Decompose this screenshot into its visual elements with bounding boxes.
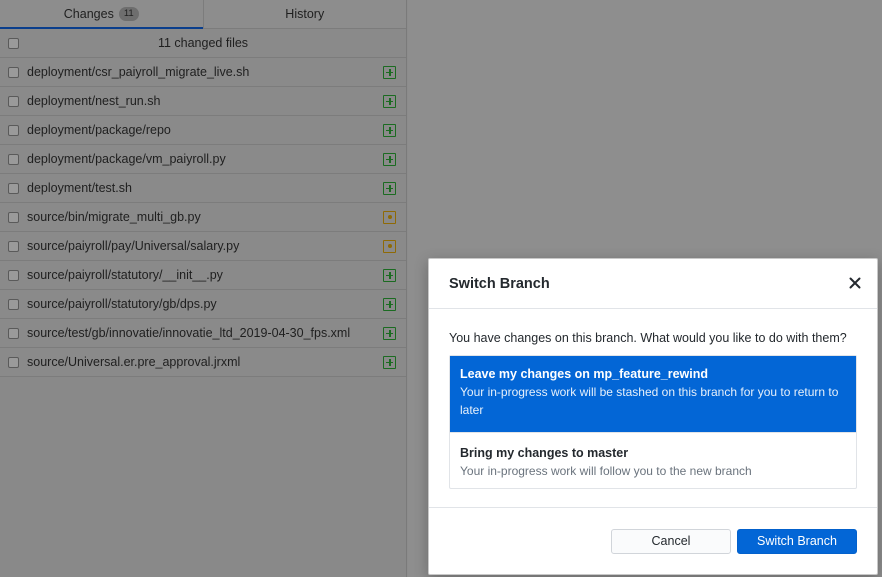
file-row[interactable]: deployment/nest_run.sh [0, 87, 406, 116]
plus-square-icon [383, 181, 396, 195]
dialog-footer: Cancel Switch Branch [429, 507, 877, 574]
cancel-button[interactable]: Cancel [611, 528, 731, 554]
file-checkbox[interactable] [8, 66, 19, 78]
file-row[interactable]: source/Universal.er.pre_approval.jrxml [0, 348, 406, 377]
file-row[interactable]: deployment/package/vm_paiyroll.py [0, 145, 406, 174]
plus-square-icon [383, 355, 396, 369]
file-checkbox[interactable] [8, 240, 19, 252]
branch-options: Leave my changes on mp_feature_rewind Yo… [449, 355, 857, 489]
plus-square-icon [383, 94, 396, 108]
dialog-prompt: You have changes on this branch. What wo… [449, 331, 847, 345]
file-path: deployment/package/repo [27, 123, 171, 137]
plus-square-icon [383, 152, 396, 166]
file-path: source/test/gb/innovatie/innovatie_ltd_2… [27, 326, 351, 340]
select-all-checkbox[interactable] [8, 37, 19, 49]
file-path: source/paiyroll/statutory/gb/dps.py [27, 297, 217, 311]
changes-panel: Changes 11 History 11 changed files depl… [0, 0, 407, 577]
file-checkbox[interactable] [8, 269, 19, 281]
file-row[interactable]: source/test/gb/innovatie/innovatie_ltd_2… [0, 319, 406, 348]
plus-square-icon [383, 123, 396, 137]
option-leave-changes-description: Your in-progress work will be stashed on… [460, 385, 839, 417]
option-leave-changes-title: Leave my changes on mp_feature_rewind [460, 367, 709, 381]
file-checkbox[interactable] [8, 211, 19, 223]
file-path: deployment/package/vm_paiyroll.py [27, 152, 226, 166]
changed-files-header: 11 changed files [0, 29, 406, 58]
dialog-title: Switch Branch [449, 275, 550, 292]
tab-history[interactable]: History [202, 0, 407, 28]
tab-changes-label: Changes [63, 7, 114, 21]
file-row[interactable]: source/paiyroll/pay/Universal/salary.py [0, 232, 406, 261]
option-leave-changes[interactable]: Leave my changes on mp_feature_rewind Yo… [450, 356, 856, 432]
plus-square-icon [383, 297, 396, 311]
file-checkbox[interactable] [8, 327, 19, 339]
switch-branch-button[interactable]: Switch Branch [737, 528, 857, 554]
switch-branch-dialog: Switch Branch You have changes on this b… [428, 258, 878, 575]
tab-history-label: History [285, 7, 325, 21]
file-checkbox[interactable] [8, 298, 19, 310]
file-path: source/paiyroll/statutory/__init__.py [27, 268, 223, 282]
file-path: deployment/nest_run.sh [27, 94, 161, 108]
file-row[interactable]: deployment/csr_paiyroll_migrate_live.sh [0, 58, 406, 87]
file-row[interactable]: source/paiyroll/statutory/__init__.py [0, 261, 406, 290]
file-row[interactable]: source/paiyroll/statutory/gb/dps.py [0, 290, 406, 319]
file-checkbox[interactable] [8, 356, 19, 368]
file-row[interactable]: deployment/test.sh [0, 174, 406, 203]
file-row[interactable]: source/bin/migrate_multi_gb.py [0, 203, 406, 232]
file-path: source/paiyroll/pay/Universal/salary.py [27, 239, 240, 253]
plus-square-icon [383, 326, 396, 340]
dialog-body: You have changes on this branch. What wo… [429, 309, 877, 489]
file-list: deployment/csr_paiyroll_migrate_live.shd… [0, 58, 406, 377]
file-checkbox[interactable] [8, 153, 19, 165]
option-bring-changes-title: Bring my changes to master [460, 446, 629, 460]
file-checkbox[interactable] [8, 182, 19, 194]
file-path: source/Universal.er.pre_approval.jrxml [27, 355, 241, 369]
file-path: source/bin/migrate_multi_gb.py [27, 210, 201, 224]
dialog-header: Switch Branch [429, 259, 877, 309]
changed-files-summary: 11 changed files [157, 36, 249, 50]
option-bring-changes[interactable]: Bring my changes to master Your in-progr… [450, 432, 856, 488]
dot-square-icon [383, 239, 396, 253]
tab-changes[interactable]: Changes 11 [0, 0, 203, 29]
file-path: deployment/test.sh [27, 181, 132, 195]
plus-square-icon [383, 65, 396, 79]
option-bring-changes-description: Your in-progress work will follow you to… [460, 464, 752, 478]
plus-square-icon [383, 268, 396, 282]
close-icon[interactable] [847, 275, 863, 291]
tab-bar: Changes 11 History [0, 0, 406, 29]
file-row[interactable]: deployment/package/repo [0, 116, 406, 145]
file-checkbox[interactable] [8, 124, 19, 136]
changes-count-badge: 11 [118, 7, 139, 21]
dot-square-icon [383, 210, 396, 224]
file-checkbox[interactable] [8, 95, 19, 107]
file-path: deployment/csr_paiyroll_migrate_live.sh [27, 65, 250, 79]
